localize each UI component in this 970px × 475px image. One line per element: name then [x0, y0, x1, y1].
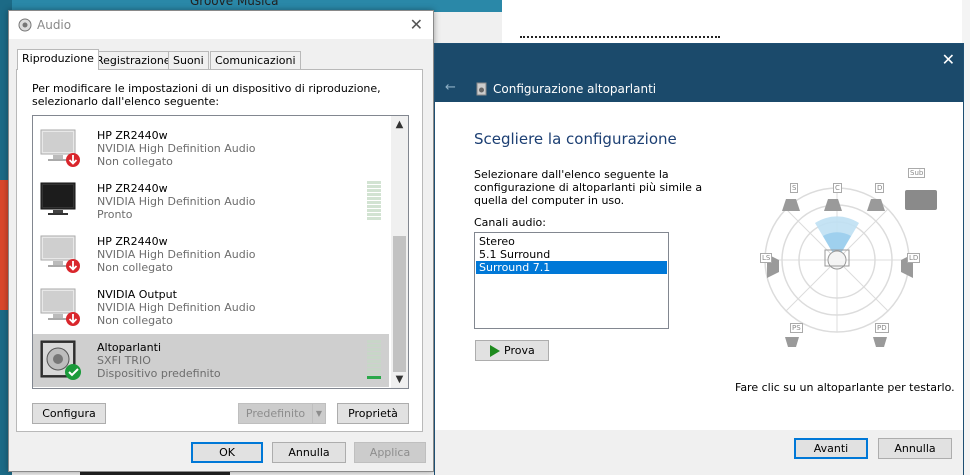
monitor-icon [40, 182, 76, 215]
list-item-selected[interactable]: Altoparlanti SXFI TRIO Dispositivo prede… [33, 334, 389, 387]
speaker-label-ld[interactable]: LD [907, 253, 921, 263]
speaker-rear-left [785, 337, 799, 347]
device-list[interactable]: HP ZR2440w NVIDIA High Definition Audio … [32, 115, 409, 389]
test-button[interactable]: Prova [475, 340, 549, 361]
device-driver: NVIDIA High Definition Audio [97, 248, 256, 261]
speaker-icon [18, 18, 32, 32]
speaker-icon [40, 340, 81, 380]
list-item[interactable]: HP ZR2440w NVIDIA High Definition Audio … [33, 175, 389, 228]
device-status: Non collegato [97, 155, 173, 168]
audio-window-title: Audio [37, 18, 72, 32]
tab-comunicazioni[interactable]: Comunicazioni [210, 51, 301, 69]
configure-button[interactable]: Configura [32, 403, 106, 424]
back-arrow-icon[interactable]: ← [445, 80, 456, 95]
speaker-config-header[interactable]: ✕ ← Configurazione altoparlanti [435, 44, 963, 102]
config-description: Selezionare dall'elenco seguente la conf… [474, 168, 703, 207]
device-driver: NVIDIA High Definition Audio [97, 301, 256, 314]
device-driver: SXFI TRIO [97, 354, 151, 367]
speaker-label-sub[interactable]: Sub [908, 168, 926, 178]
set-default-button[interactable]: Predefinito [238, 403, 313, 424]
speaker-config-title: Configurazione altoparlanti [493, 82, 657, 96]
speaker-label-d[interactable]: D [875, 183, 885, 193]
speaker-rear-right [873, 337, 887, 347]
speaker-layout-diagram [764, 187, 937, 347]
close-icon[interactable]: ✕ [410, 15, 423, 34]
close-icon[interactable]: ✕ [942, 50, 955, 69]
channel-option-51[interactable]: 5.1 Surround [476, 248, 667, 261]
device-name: HP ZR2440w [97, 182, 168, 195]
page-title: Scegliere la configurazione [474, 130, 677, 148]
device-driver: NVIDIA High Definition Audio [97, 195, 256, 208]
cancel-button[interactable]: Annulla [272, 442, 346, 463]
monitor-icon [40, 235, 80, 273]
background-heading-fragment [520, 36, 720, 38]
scroll-thumb[interactable] [393, 236, 406, 372]
scroll-up-icon[interactable]: ▲ [391, 116, 408, 133]
properties-button[interactable]: Proprietà [337, 403, 409, 424]
list-item[interactable]: HP ZR2440w NVIDIA High Definition Audio … [33, 228, 389, 281]
device-status: Pronto [97, 208, 133, 221]
apply-button[interactable]: Applica [354, 442, 426, 463]
speaker-config-footer: Avanti Annulla [435, 430, 963, 475]
speaker-subwoofer [905, 190, 937, 210]
playback-panel: Per modificare le impostazioni di un dis… [16, 69, 423, 432]
test-button-label: Prova [504, 344, 535, 357]
speaker-label-c[interactable]: C [833, 183, 842, 193]
device-name: Altoparlanti [97, 341, 162, 354]
device-status: Non collegato [97, 314, 173, 327]
list-item[interactable]: NVIDIA Output NVIDIA High Definition Aud… [33, 281, 389, 334]
scroll-down-icon[interactable]: ▼ [391, 371, 408, 388]
audio-titlebar[interactable]: Audio ✕ [9, 11, 433, 39]
tab-riproduzione[interactable]: Riproduzione [17, 49, 99, 70]
speaker-front-right [867, 199, 885, 211]
volume-meter [367, 181, 381, 221]
ok-button[interactable]: OK [191, 442, 263, 463]
volume-meter [367, 340, 381, 380]
device-name: HP ZR2440w [97, 129, 168, 142]
channel-option-71[interactable]: Surround 7.1 [476, 261, 667, 274]
speaker-label-ls[interactable]: LS [760, 253, 773, 263]
speaker-label-ps[interactable]: PS [790, 323, 803, 333]
channel-option-stereo[interactable]: Stereo [476, 235, 667, 248]
play-icon [490, 345, 500, 357]
instructions-text: Per modificare le impostazioni di un dis… [32, 82, 381, 108]
speaker-icon [476, 82, 487, 96]
speaker-center [824, 199, 842, 211]
speaker-label-pd[interactable]: PD [875, 323, 889, 333]
background-app-title: Groove Musica [190, 0, 279, 8]
device-name: NVIDIA Output [97, 288, 177, 301]
speaker-label-s[interactable]: S [790, 183, 799, 193]
device-name: HP ZR2440w [97, 235, 168, 248]
green-check-icon [65, 364, 81, 380]
tab-suoni[interactable]: Suoni [168, 51, 209, 69]
test-hint-text: Fare clic su un altoparlante per testarl… [735, 381, 955, 394]
channels-label: Canali audio: [474, 216, 546, 229]
chevron-down-icon[interactable]: ▼ [312, 403, 326, 424]
device-status: Dispositivo predefinito [97, 367, 221, 380]
device-status: Non collegato [97, 261, 173, 274]
monitor-icon [40, 288, 80, 326]
audio-dialog: Audio ✕ Riproduzione Registrazione Suoni… [8, 10, 434, 472]
device-list-scrollbar[interactable]: ▲ ▼ [391, 116, 408, 388]
monitor-icon [40, 129, 80, 167]
tab-registrazione[interactable]: Registrazione [91, 51, 176, 69]
speaker-config-body: Scegliere la configurazione Selezionare … [435, 102, 963, 430]
list-item[interactable]: HP ZR2440w NVIDIA High Definition Audio … [33, 122, 389, 175]
next-button[interactable]: Avanti [794, 438, 868, 459]
speaker-config-dialog: ✕ ← Configurazione altoparlanti Sceglier… [434, 43, 964, 475]
device-driver: NVIDIA High Definition Audio [97, 142, 256, 155]
cancel-button[interactable]: Annulla [878, 438, 952, 459]
channels-list[interactable]: Stereo 5.1 Surround Surround 7.1 [474, 232, 669, 329]
